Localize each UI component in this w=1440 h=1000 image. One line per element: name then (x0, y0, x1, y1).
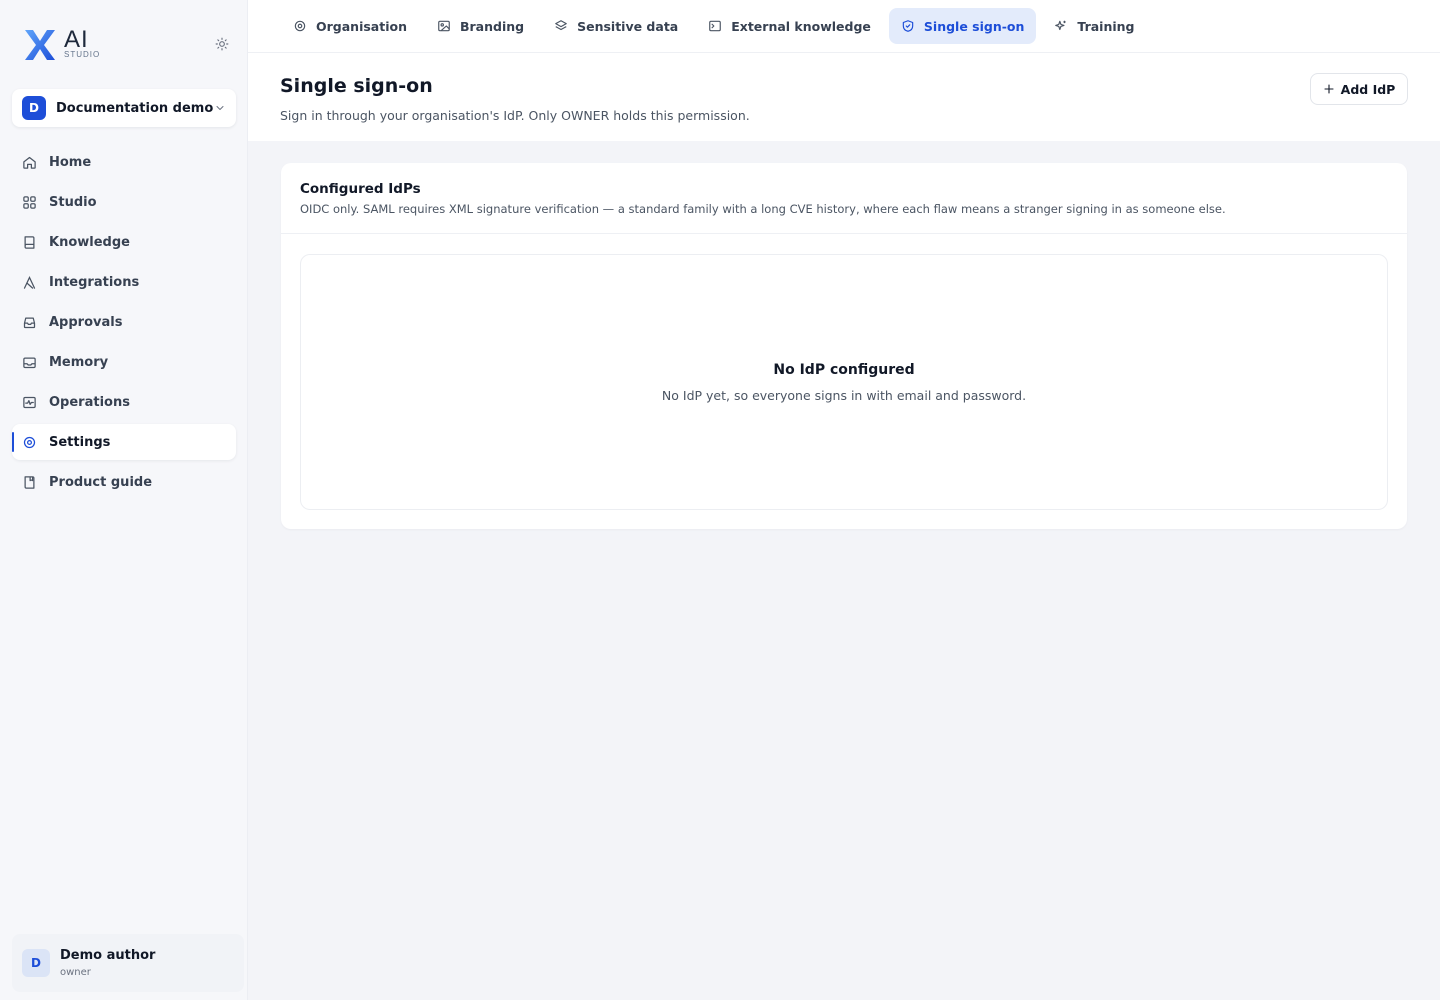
sidebar-item-label: Settings (49, 434, 111, 450)
sidebar-item-home[interactable]: Home (12, 144, 236, 180)
tab-external-knowledge[interactable]: External knowledge (696, 8, 883, 44)
user-role: owner (60, 967, 91, 978)
sidebar-item-approvals[interactable]: Approvals (12, 304, 236, 340)
card-title: Configured IdPs (300, 181, 421, 197)
tab-branding[interactable]: Branding (425, 8, 536, 44)
gear-icon (294, 20, 306, 32)
integration-icon (23, 275, 36, 289)
gear-icon (23, 436, 36, 448)
terminal-icon (709, 20, 722, 32)
sparkle-icon (1055, 20, 1067, 31)
tab-sensitive-data[interactable]: Sensitive data (542, 8, 690, 44)
tab-organisation[interactable]: Organisation (281, 8, 419, 44)
settings-tabs: Organisation Branding Sensitive data Ext… (248, 0, 1440, 53)
sidebar-item-label: Memory (49, 354, 109, 370)
user-name: Demo author (60, 948, 156, 963)
empty-state: No IdP configured No IdP yet, so everyon… (300, 254, 1388, 510)
image-icon (438, 20, 450, 32)
sidebar-item-memory[interactable]: Memory (12, 344, 236, 380)
home-icon (23, 156, 36, 169)
org-name: Documentation demo (56, 100, 214, 116)
sidebar-item-operations[interactable]: Operations (12, 384, 236, 420)
add-idp-label: Add IdP (1340, 81, 1396, 97)
avatar: D (22, 949, 50, 977)
sidebar-item-label: Home (49, 154, 92, 170)
guide-icon (24, 475, 35, 489)
empty-state-description: No IdP yet, so everyone signs in with em… (661, 387, 1027, 403)
app-logo[interactable]: AI STUDIO (22, 26, 112, 62)
sidebar-nav: Home Studio Knowledge Integrations Appro… (12, 144, 236, 504)
sidebar: AI STUDIO D Documentation demo Home Stud… (0, 0, 248, 1000)
sidebar-item-knowledge[interactable]: Knowledge (12, 224, 236, 260)
logo-subtext: STUDIO (64, 50, 101, 59)
sidebar-item-label: Integrations (49, 274, 140, 290)
grid-icon (23, 195, 36, 209)
logo-x-icon (25, 30, 55, 60)
shield-icon (902, 20, 914, 32)
user-info: Demo author owner (60, 948, 155, 978)
sidebar-item-settings[interactable]: Settings (12, 424, 236, 460)
sun-icon (215, 37, 229, 51)
layers-icon (555, 20, 567, 31)
sidebar-item-label: Operations (49, 394, 130, 410)
empty-state-title: No IdP configured (773, 361, 915, 378)
sidebar-item-studio[interactable]: Studio (12, 184, 236, 220)
plus-icon (1324, 84, 1334, 94)
sidebar-item-label: Knowledge (49, 234, 130, 250)
sidebar-item-integrations[interactable]: Integrations (12, 264, 236, 300)
tab-single-sign-on[interactable]: Single sign-on (888, 8, 1037, 44)
card-header: Configured IdPs OIDC only. SAML requires… (281, 163, 1407, 234)
tab-label: Sensitive data (577, 18, 679, 34)
page-subtitle: Sign in through your organisation's IdP.… (280, 108, 750, 123)
user-profile[interactable]: D Demo author owner (12, 934, 244, 992)
theme-toggle-button[interactable] (212, 34, 232, 54)
memory-icon (23, 357, 36, 368)
page-header: Single sign-on Sign in through your orga… (248, 53, 1440, 141)
page-title: Single sign-on (280, 75, 433, 97)
inbox-icon (23, 317, 36, 328)
org-badge: D (22, 96, 46, 120)
sidebar-item-label: Approvals (49, 314, 123, 330)
configured-idps-card: Configured IdPs OIDC only. SAML requires… (281, 163, 1407, 529)
tab-label: Organisation (316, 18, 407, 34)
tab-label: Single sign-on (923, 18, 1025, 34)
tab-label: Training (1077, 18, 1135, 34)
tab-label: Branding (459, 18, 525, 34)
sidebar-item-label: Product guide (49, 474, 153, 490)
tab-training[interactable]: Training (1042, 8, 1146, 44)
chevron-down-icon (216, 106, 224, 110)
activity-icon (23, 396, 36, 408)
sidebar-item-label: Studio (49, 194, 97, 210)
sidebar-item-product-guide[interactable]: Product guide (12, 464, 236, 500)
card-description: OIDC only. SAML requires XML signature v… (300, 202, 1226, 216)
tab-label: External knowledge (731, 18, 871, 34)
org-switcher[interactable]: D Documentation demo (12, 89, 236, 127)
add-idp-button[interactable]: Add IdP (1310, 73, 1408, 105)
book-icon (24, 235, 35, 249)
